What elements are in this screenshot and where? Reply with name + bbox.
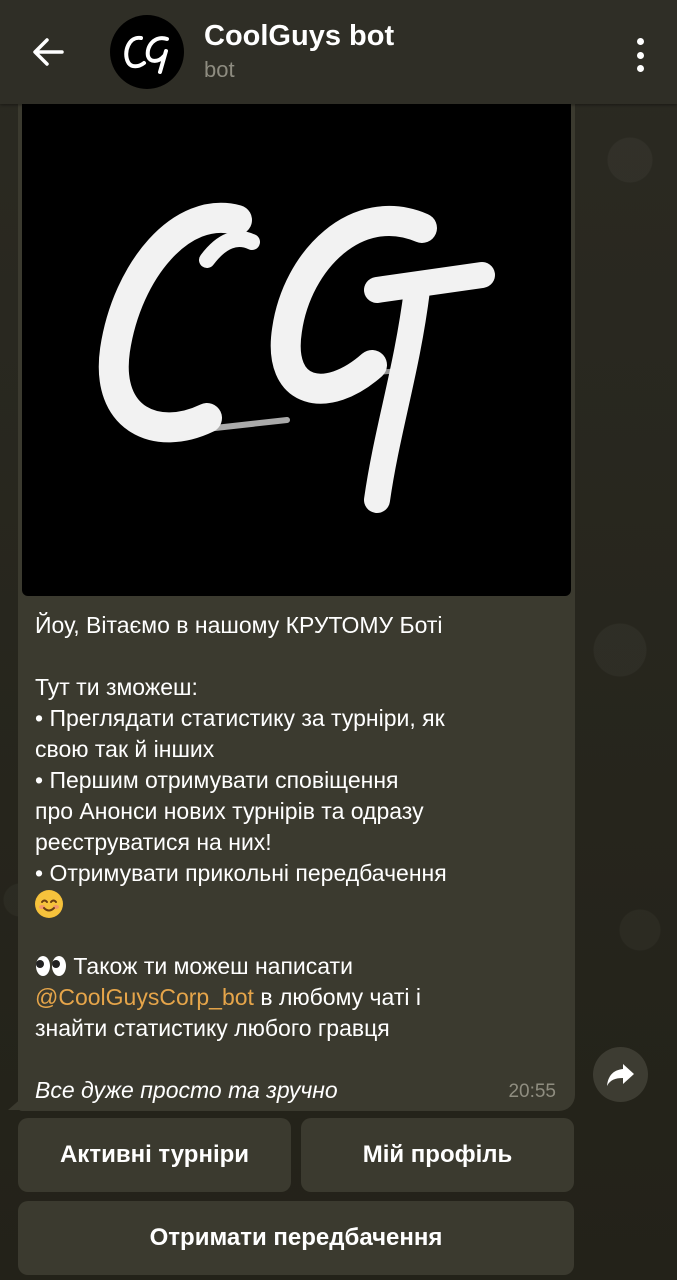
smiling-face-emoji-icon: [35, 890, 63, 918]
cg-logo-small: [124, 35, 169, 74]
share-arrow-icon: [606, 1063, 634, 1086]
also-text-1: Також ти можеш написати: [67, 953, 353, 979]
bullet-2-line-2: про Анонси нових турнірів та одразу: [35, 798, 424, 824]
chat-subtitle: bot: [204, 57, 235, 82]
greeting-text: Йоу, Вітаємо в нашому КРУТОМУ Боті: [35, 612, 443, 638]
bullet-3-line-1: • Отримувати прикольні передбачення: [35, 860, 447, 886]
active-tournaments-button[interactable]: Активні турніри: [18, 1118, 291, 1192]
message-bubble[interactable]: Йоу, Вітаємо в нашому КРУТОМУ Боті Тут т…: [18, 104, 575, 1111]
chat-title[interactable]: CoolGuys bot: [204, 19, 394, 53]
avatar[interactable]: [110, 15, 184, 89]
also-line-3: знайти статистику любого гравця: [35, 1015, 390, 1041]
more-vertical-icon[interactable]: [625, 38, 655, 72]
message-time: 20:55: [508, 1081, 556, 1102]
my-profile-button[interactable]: Мій профіль: [301, 1118, 574, 1192]
bot-mention-link[interactable]: @CoolGuysCorp_bot: [35, 984, 254, 1010]
bullet-2-line-1: • Першим отримувати сповіщення: [35, 767, 399, 793]
arrow-left-icon: [33, 38, 64, 66]
closing-text: Все дуже просто та зручно: [35, 1077, 338, 1103]
intro-text: Тут ти зможеш:: [35, 674, 198, 700]
message-photo[interactable]: [22, 104, 571, 596]
message-text: Йоу, Вітаємо в нашому КРУТОМУ Боті Тут т…: [35, 610, 565, 1106]
smile-emoji-line: [35, 889, 565, 920]
cg-logo-image: [98, 203, 495, 513]
also-line-1: Також ти можеш написати: [35, 951, 565, 982]
back-button[interactable]: [0, 0, 96, 104]
chat-header: CoolGuys bot bot: [0, 0, 677, 104]
also-line-2: @CoolGuysCorp_bot в любому чаті і: [35, 982, 565, 1013]
get-prediction-button[interactable]: Отримати передбачення: [18, 1201, 574, 1275]
bullet-1-line-2: свою так й інших: [35, 736, 215, 762]
eyes-emoji-icon: [35, 955, 67, 977]
bullet-1-line-1: • Преглядати статистику за турніри, як: [35, 705, 445, 731]
bullet-2-line-3: реєструватися на них!: [35, 829, 272, 855]
share-button[interactable]: [593, 1047, 648, 1102]
also-text-2: в любому чаті і: [253, 984, 421, 1010]
